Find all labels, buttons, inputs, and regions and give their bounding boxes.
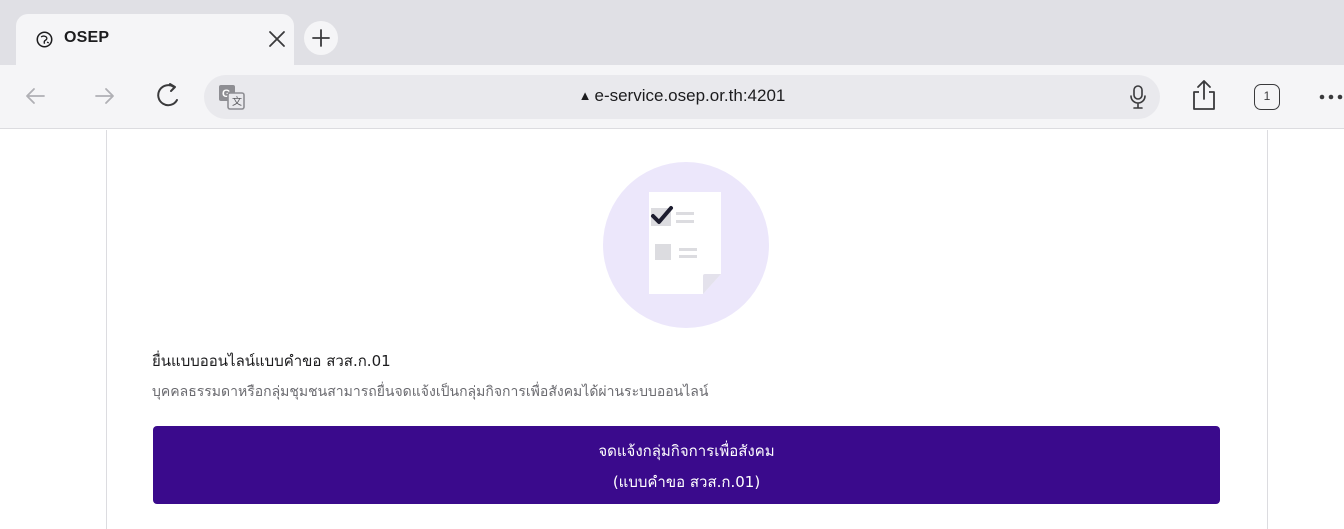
close-tab-icon[interactable] bbox=[264, 26, 290, 52]
more-icon[interactable] bbox=[1318, 93, 1344, 101]
plus-icon bbox=[312, 29, 330, 47]
reload-icon[interactable] bbox=[155, 80, 185, 110]
lock-icon: ▲ bbox=[578, 88, 592, 103]
arrow-right-icon[interactable] bbox=[94, 85, 116, 107]
cta-label-line1: จดแจ้งกลุ่มกิจการเพื่อสังคม bbox=[598, 442, 775, 460]
illustration bbox=[603, 162, 769, 328]
globe-icon bbox=[36, 31, 53, 48]
url-text: ▲ e-service.osep.or.th:4201 bbox=[204, 86, 1160, 106]
share-icon[interactable] bbox=[1191, 78, 1217, 112]
new-tab-button[interactable] bbox=[304, 21, 338, 55]
tab-title: OSEP bbox=[64, 29, 110, 46]
document-checklist-icon bbox=[649, 192, 721, 294]
form-description: บุคคลธรรมดาหรือกลุ่มชุมชนสามารถยื่นจดแจ้… bbox=[152, 384, 709, 400]
address-bar[interactable]: G 文 ▲ e-service.osep.or.th:4201 bbox=[204, 75, 1160, 119]
arrow-left-icon[interactable] bbox=[24, 85, 46, 107]
cta-label-line2: (แบบคำขอ สวส.ก.01) bbox=[612, 473, 761, 491]
url-value: e-service.osep.or.th:4201 bbox=[594, 86, 786, 105]
browser-tab[interactable]: OSEP bbox=[16, 14, 294, 65]
register-social-enterprise-button[interactable]: จดแจ้งกลุ่มกิจการเพื่อสังคม (แบบคำขอ สวส… bbox=[153, 426, 1220, 504]
form-heading: ยื่นแบบออนไลน์แบบคำขอ สวส.ก.01 bbox=[152, 352, 391, 370]
tab-strip: OSEP bbox=[0, 0, 1344, 65]
tabs-button[interactable]: 1 bbox=[1254, 84, 1280, 110]
tab-count: 1 bbox=[1263, 89, 1271, 103]
microphone-icon[interactable] bbox=[1128, 84, 1148, 110]
browser-toolbar: G 文 ▲ e-service.osep.or.th:4201 1 bbox=[0, 65, 1344, 129]
